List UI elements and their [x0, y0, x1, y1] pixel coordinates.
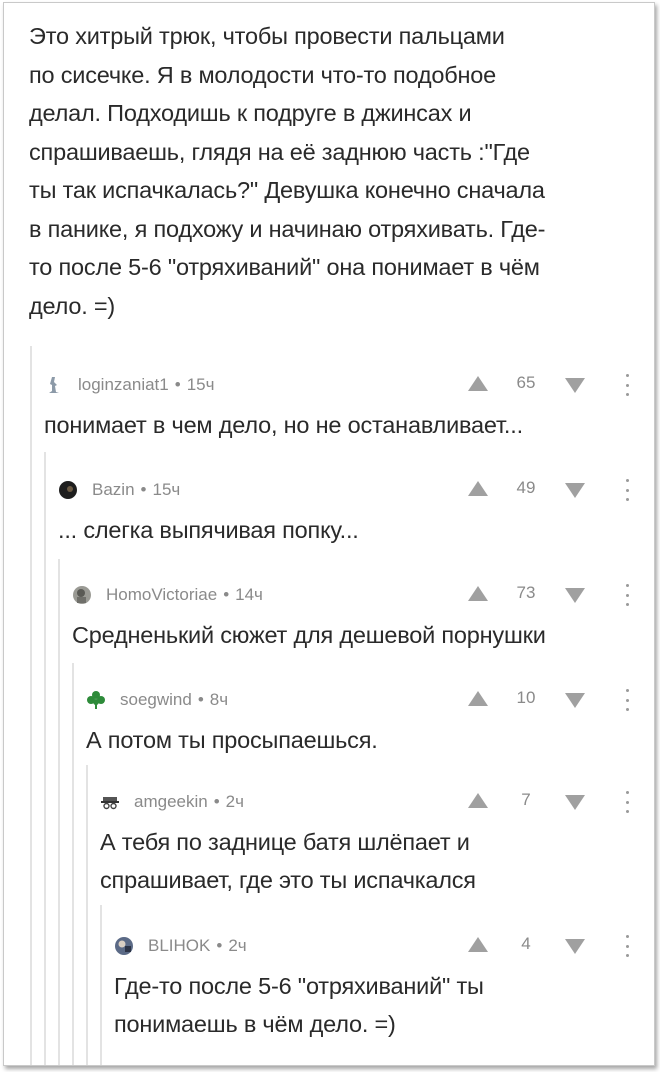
comment-line: понимает в чем дело, но не останавливает…	[44, 412, 523, 438]
meta-separator: •	[223, 585, 230, 604]
comment-username[interactable]: BLIHOK	[148, 936, 210, 956]
upvote-icon[interactable]	[468, 793, 488, 808]
comment-time[interactable]: 14ч	[235, 585, 263, 605]
post-line: спрашиваешь, глядя на её заднюю часть :"…	[29, 138, 530, 165]
thread-line	[44, 452, 46, 1065]
post-line: ты так испачкалась?" Девушка конечно сна…	[29, 177, 545, 203]
comment-header: BLIHOK • 2ч	[114, 933, 247, 959]
comment-body: Где-то после 5-6 "отряхиваний" ты понима…	[114, 967, 484, 1043]
comment-username[interactable]: amgeekin	[134, 792, 208, 812]
comment-line: А потом ты просыпаешься.	[86, 727, 378, 753]
thread-line	[30, 346, 32, 1065]
comment-line: Где-то после 5-6 "отряхиваний" ты	[114, 973, 484, 999]
comment-line: Средненький сюжет для дешевой порнушки	[72, 622, 546, 648]
comment-body: ... слегка выпячивая попку...	[58, 511, 359, 549]
comment-body: А тебя по заднице батя шлёпает и спрашив…	[100, 823, 476, 899]
comment: loginzaniat1 • 15ч 65 понимает в чем дел…	[44, 372, 644, 442]
comment-time[interactable]: 8ч	[210, 690, 228, 710]
comment-body: Средненький сюжет для дешевой порнушки	[72, 616, 546, 654]
downvote-icon[interactable]	[565, 378, 585, 393]
more-options-icon[interactable]	[625, 935, 629, 957]
comment-score: 49	[516, 478, 536, 497]
meta-separator: •	[174, 375, 181, 394]
comment-header: Bazin • 15ч	[58, 477, 180, 503]
comment-body: понимает в чем дело, но не останавливает…	[44, 406, 523, 444]
hat-glasses-icon[interactable]	[100, 792, 120, 812]
post-line: то после 5-6 "отряхиваний" она понимает …	[29, 254, 540, 280]
comment-line: спрашивает, где это ты испачкался	[100, 867, 476, 893]
comment-time[interactable]: 2ч	[226, 792, 244, 812]
downvote-icon[interactable]	[565, 693, 585, 708]
more-options-icon[interactable]	[625, 479, 629, 501]
comment-score: 7	[521, 790, 531, 809]
comment-time[interactable]: 15ч	[187, 375, 215, 395]
thread-line	[72, 663, 74, 1065]
dark-round-avatar-icon[interactable]	[58, 480, 78, 500]
meta-separator: •	[140, 480, 147, 499]
comment: amgeekin • 2ч 7 А тебя по заднице батя ш…	[100, 789, 644, 899]
downvote-icon[interactable]	[565, 939, 585, 954]
upvote-icon[interactable]	[468, 937, 488, 952]
downvote-icon[interactable]	[565, 795, 585, 810]
post-body: Это хитрый трюк, чтобы провести пальцами…	[29, 17, 639, 325]
post-line: Это хитрый трюк, чтобы провести пальцами	[29, 23, 505, 49]
photo-avatar-icon[interactable]	[114, 936, 134, 956]
comment-time[interactable]: 2ч	[228, 936, 246, 956]
meta-separator: •	[213, 792, 220, 811]
comment-score: 10	[516, 688, 536, 707]
comment-body: А потом ты просыпаешься.	[86, 721, 378, 759]
comment: Bazin • 15ч 49 ... слегка выпячивая попк…	[58, 477, 644, 547]
comment-header: loginzaniat1 • 15ч	[44, 372, 214, 398]
comment-header: HomoVictoriae • 14ч	[72, 582, 263, 608]
comment: soegwind • 8ч 10 А потом ты просыпаешься…	[86, 687, 644, 757]
upvote-icon[interactable]	[468, 691, 488, 706]
more-options-icon[interactable]	[625, 374, 629, 396]
comment-username[interactable]: Bazin	[92, 480, 135, 500]
post-line: делал. Подходишь к подруге в джинсах и	[29, 100, 472, 126]
comment-score: 4	[521, 934, 531, 953]
thread-line	[58, 559, 60, 1065]
clover-icon[interactable]	[86, 690, 106, 710]
comment-score: 65	[516, 373, 536, 392]
comment-username[interactable]: loginzaniat1	[78, 375, 169, 395]
comment-username[interactable]: HomoVictoriae	[106, 585, 217, 605]
meta-separator: •	[197, 690, 204, 709]
meta-separator: •	[216, 936, 223, 955]
comment-line: А тебя по заднице батя шлёпает и	[100, 829, 470, 855]
upvote-icon[interactable]	[468, 586, 488, 601]
ghost-figure-icon[interactable]	[44, 375, 64, 395]
comment-line: ... слегка выпячивая попку...	[58, 517, 359, 543]
comment-header: soegwind • 8ч	[86, 687, 228, 713]
downvote-icon[interactable]	[565, 588, 585, 603]
comment-username[interactable]: soegwind	[120, 690, 192, 710]
comment: HomoVictoriae • 14ч 73 Средненький сюжет…	[72, 582, 644, 652]
comment-time[interactable]: 15ч	[152, 480, 180, 500]
thread-line	[100, 905, 102, 1065]
gray-photo-avatar-icon[interactable]	[72, 585, 92, 605]
comment-line: понимаешь в чём дело. =)	[114, 1011, 396, 1037]
post-line: в панике, я подхожу и начинаю отряхивать…	[29, 215, 546, 242]
upvote-icon[interactable]	[468, 376, 488, 391]
thread-line	[86, 765, 88, 1065]
downvote-icon[interactable]	[565, 483, 585, 498]
upvote-icon[interactable]	[468, 481, 488, 496]
comment-score: 73	[516, 583, 536, 602]
more-options-icon[interactable]	[625, 791, 629, 813]
comment: BLIHOK • 2ч 4 Где-то после 5-6 "отряхива…	[114, 933, 644, 1043]
more-options-icon[interactable]	[625, 689, 629, 711]
post-line: дело. =)	[29, 292, 116, 319]
more-options-icon[interactable]	[625, 584, 629, 606]
comment-header: amgeekin • 2ч	[100, 789, 244, 815]
screenshot-frame: Это хитрый трюк, чтобы провести пальцами…	[3, 2, 655, 1066]
post-line: по сисечке. Я в молодости что-то подобно…	[29, 61, 497, 88]
